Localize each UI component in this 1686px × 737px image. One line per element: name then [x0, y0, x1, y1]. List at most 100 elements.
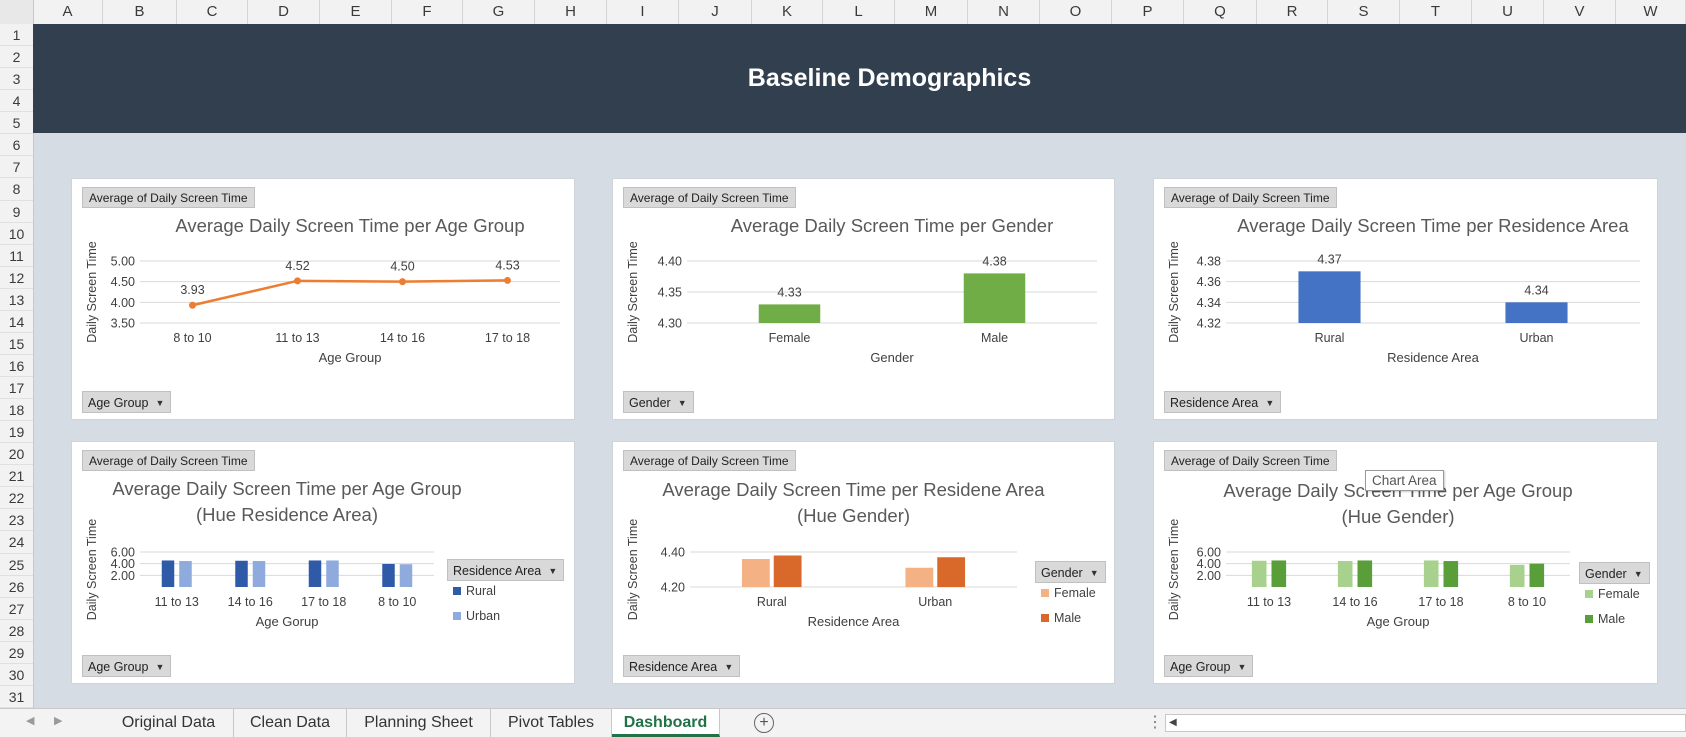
value-field-button[interactable]: Average of Daily Screen Time — [1164, 450, 1337, 471]
column-header[interactable]: M — [895, 0, 968, 24]
row-header[interactable]: 11 — [0, 245, 33, 267]
column-header[interactable]: G — [463, 0, 535, 24]
more-options-icon[interactable]: ⋮ — [1147, 712, 1163, 732]
row-header[interactable]: 21 — [0, 465, 33, 488]
legend-field-dropdown[interactable]: Gender ▼ — [1579, 562, 1650, 584]
value-field-button[interactable]: Average of Daily Screen Time — [82, 450, 255, 471]
axis-field-label: Gender — [629, 396, 671, 410]
sheet-tab[interactable]: Pivot Tables — [491, 709, 612, 737]
scroll-tabs-left-icon[interactable]: ◀ — [26, 714, 34, 727]
row-header[interactable]: 30 — [0, 664, 33, 686]
legend-field-dropdown[interactable]: Residence Area ▼ — [447, 559, 565, 582]
axis-field-dropdown[interactable]: Age Group ▼ — [1164, 655, 1254, 678]
dashboard-banner: Baseline Demographics — [33, 24, 1686, 133]
column-header[interactable]: U — [1472, 0, 1544, 24]
row-header[interactable]: 25 — [0, 554, 33, 576]
column-header[interactable]: Q — [1184, 0, 1257, 24]
row-header[interactable]: 9 — [0, 201, 33, 223]
column-header[interactable]: P — [1112, 0, 1184, 24]
column-header[interactable]: B — [103, 0, 177, 24]
horizontal-scrollbar[interactable]: ◀ — [1165, 714, 1686, 732]
pivot-chart-card[interactable]: Average of Daily Screen Time Residence Ar… — [612, 441, 1115, 684]
scroll-left-icon[interactable]: ◀ — [1169, 715, 1177, 731]
value-field-button[interactable]: Average of Daily Screen Time — [82, 187, 255, 208]
row-header[interactable]: 24 — [0, 531, 33, 554]
column-header[interactable]: L — [823, 0, 895, 24]
value-field-button[interactable]: Average of Daily Screen Time — [623, 450, 796, 471]
axis-field-dropdown[interactable]: Gender ▼ — [623, 391, 694, 413]
axis-field-dropdown[interactable]: Age Group ▼ — [82, 391, 172, 414]
row-header[interactable]: 26 — [0, 576, 33, 598]
legend-field-dropdown[interactable]: Gender ▼ — [1035, 561, 1106, 583]
row-header[interactable]: 31 — [0, 686, 33, 708]
select-all-corner[interactable] — [0, 0, 34, 24]
row-header[interactable]: 5 — [0, 112, 33, 135]
row-header[interactable]: 19 — [0, 421, 33, 444]
row-header[interactable]: 28 — [0, 620, 33, 642]
row-header[interactable]: 2 — [0, 46, 33, 69]
dropdown-arrow-icon[interactable]: ▼ — [548, 560, 557, 582]
row-header[interactable]: 29 — [0, 642, 33, 664]
dropdown-arrow-icon[interactable]: ▼ — [678, 392, 687, 414]
column-header[interactable]: O — [1040, 0, 1112, 24]
dropdown-arrow-icon[interactable]: ▼ — [724, 656, 733, 678]
axis-field-dropdown[interactable]: Residence Area ▼ — [623, 655, 741, 678]
sheet-tab[interactable]: Clean Data — [234, 709, 347, 737]
pivot-chart-card[interactable]: Average of Daily Screen Time Age Group ▼ — [71, 178, 575, 420]
row-header[interactable]: 1 — [0, 24, 33, 47]
sheet-tab-bar: ◀ ▶ Original Data Clean Data Planning Shee… — [0, 708, 1686, 737]
row-header[interactable]: 6 — [0, 134, 33, 157]
row-header[interactable]: 10 — [0, 223, 33, 245]
row-header[interactable]: 27 — [0, 598, 33, 620]
column-header[interactable]: H — [535, 0, 607, 24]
row-header[interactable]: 4 — [0, 90, 33, 113]
row-header[interactable]: 23 — [0, 509, 33, 532]
sheet-tab[interactable]: Original Data — [104, 709, 234, 737]
row-header[interactable]: 16 — [0, 355, 33, 378]
sheet-tab[interactable]: Planning Sheet — [347, 709, 491, 737]
value-field-button[interactable]: Average of Daily Screen Time — [623, 187, 796, 208]
column-header[interactable]: W — [1616, 0, 1686, 24]
row-header[interactable]: 22 — [0, 487, 33, 510]
pivot-chart-card[interactable]: Average of Daily Screen Time Residence Ar… — [1153, 178, 1658, 420]
column-header[interactable]: C — [177, 0, 248, 24]
column-header[interactable]: R — [1257, 0, 1328, 24]
dropdown-arrow-icon[interactable]: ▼ — [156, 656, 165, 678]
dropdown-arrow-icon[interactable]: ▼ — [156, 392, 165, 414]
column-header[interactable]: D — [248, 0, 320, 24]
dropdown-arrow-icon[interactable]: ▼ — [1090, 562, 1099, 584]
row-header[interactable]: 15 — [0, 333, 33, 355]
pivot-chart-card[interactable]: Average of Daily Screen Time Gender ▼ — [612, 178, 1115, 420]
column-header[interactable]: T — [1400, 0, 1472, 24]
value-field-button[interactable]: Average of Daily Screen Time — [1164, 187, 1337, 208]
axis-field-dropdown[interactable]: Age Group ▼ — [82, 655, 172, 678]
pivot-chart-card[interactable]: Average of Daily Screen Time Age Group ▼ Re… — [71, 441, 575, 684]
new-sheet-icon[interactable]: + — [754, 713, 774, 733]
sheet-tab[interactable]: Dashboard — [612, 709, 720, 737]
row-header[interactable]: 17 — [0, 377, 33, 400]
dropdown-arrow-icon[interactable]: ▼ — [1634, 563, 1643, 585]
row-header[interactable]: 7 — [0, 156, 33, 179]
row-header[interactable]: 12 — [0, 267, 33, 289]
scroll-tabs-right-icon[interactable]: ▶ — [54, 714, 62, 727]
dropdown-arrow-icon[interactable]: ▼ — [1265, 392, 1274, 414]
column-header[interactable]: J — [679, 0, 752, 24]
row-header[interactable]: 14 — [0, 311, 33, 333]
column-header[interactable]: A — [33, 0, 103, 24]
column-header[interactable]: K — [752, 0, 823, 24]
dropdown-arrow-icon[interactable]: ▼ — [1238, 656, 1247, 678]
column-header[interactable]: V — [1544, 0, 1616, 24]
axis-field-label: Residence Area — [629, 660, 718, 674]
column-header[interactable]: F — [392, 0, 463, 24]
row-header[interactable]: 20 — [0, 443, 33, 466]
row-header-bar: 1 2 3 4 5 6 7 8 9 10 11 12 13 14 15 16 17 18 19 20 21 22 23 24 2… — [0, 24, 34, 708]
row-header[interactable]: 13 — [0, 289, 33, 311]
axis-field-dropdown[interactable]: Residence Area ▼ — [1164, 391, 1282, 414]
row-header[interactable]: 3 — [0, 68, 33, 91]
column-header[interactable]: S — [1328, 0, 1400, 24]
column-header[interactable]: E — [320, 0, 392, 24]
column-header[interactable]: I — [607, 0, 679, 24]
row-header[interactable]: 8 — [0, 178, 33, 201]
column-header[interactable]: N — [968, 0, 1040, 24]
row-header[interactable]: 18 — [0, 399, 33, 422]
